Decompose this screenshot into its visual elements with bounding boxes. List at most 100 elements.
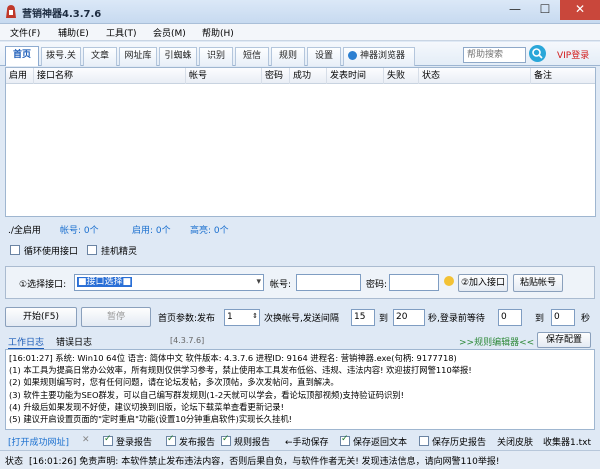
publish-report-checkbox[interactable]	[166, 434, 176, 446]
col-remark[interactable]: 备注	[531, 68, 595, 84]
tab-recognize[interactable]: 识别	[199, 47, 233, 66]
options-bar: [打开成功网址] ✕ 登录报告 发布报告 规则报告 ←手动保存 保存返回文本 保…	[0, 433, 600, 448]
menu-tools[interactable]: 工具(T)	[106, 26, 137, 39]
tab-dial[interactable]: 拨号.关	[41, 47, 81, 66]
col-status[interactable]: 状态	[419, 68, 531, 84]
col-success[interactable]: 成功	[290, 68, 327, 84]
status-text: [16:01:26] 免责声明: 本软件禁止发布违法内容，否则后果自负，与软件作…	[29, 457, 500, 467]
save-config-button[interactable]: 保存配置	[537, 332, 591, 348]
tab-spider[interactable]: 引蜘蛛	[159, 47, 197, 66]
account-field[interactable]	[296, 274, 361, 291]
open-success-url-link[interactable]: [打开成功网址]	[8, 435, 69, 448]
interface-grid[interactable]: 启用 接口名称 帐号 密码 成功 发表时间 失败 状态 备注	[5, 67, 596, 217]
menu-help[interactable]: 帮助(H)	[202, 26, 234, 39]
manual-save-link[interactable]: ←手动保存	[285, 435, 329, 448]
col-interface-name[interactable]: 接口名称	[34, 68, 186, 84]
search-icon[interactable]	[529, 45, 546, 62]
col-enable[interactable]: 启用	[6, 68, 34, 84]
loop-checkbox[interactable]	[10, 245, 20, 255]
grid-header: 启用 接口名称 帐号 密码 成功 发表时间 失败 状态 备注	[6, 68, 595, 84]
tab-article[interactable]: 文章	[83, 47, 117, 66]
log-output[interactable]: [16:01:27] 系统: Win10 64位 语言: 简体中文 软件版本: …	[5, 349, 595, 430]
menu-member[interactable]: 会员(M)	[153, 26, 186, 39]
account-count: 帐号: 0个	[60, 226, 99, 236]
pause-button[interactable]: 暂停	[81, 307, 151, 327]
chevron-down-icon: ▾	[256, 277, 261, 287]
tab-error-log[interactable]: 错误日志	[56, 335, 92, 348]
seconds-label: 秒	[581, 314, 591, 324]
info-icon[interactable]	[444, 276, 454, 286]
publish-count-field[interactable]: 1 ⇕	[224, 309, 260, 326]
login-report-checkbox[interactable]	[103, 434, 113, 446]
start-button[interactable]: 开始(F5)	[5, 307, 77, 327]
loop-options: 循环使用接口 挂机精灵	[10, 243, 210, 257]
wait-to-field[interactable]: 0	[551, 309, 575, 326]
tab-url-lib[interactable]: 网址库	[119, 47, 157, 66]
interval-to: 20	[396, 312, 408, 322]
wait-to: 0	[554, 312, 560, 322]
password-field[interactable]	[389, 274, 439, 291]
globe-icon	[348, 51, 357, 60]
save-history-checkbox[interactable]	[419, 436, 429, 446]
wait-label: 秒,登录前等待	[428, 314, 485, 324]
vip-login-link[interactable]: VIP登录	[557, 48, 589, 61]
interval-from: 15	[354, 312, 366, 322]
to-label-2: 到	[535, 314, 545, 324]
to-label-1: 到	[379, 314, 389, 324]
close-x-icon[interactable]: ✕	[82, 435, 90, 445]
collector-link[interactable]: 收集器1.txt	[543, 435, 591, 448]
select-interface-label: ①选择接口:	[19, 280, 67, 290]
rule-report-checkbox[interactable]	[221, 434, 231, 446]
tab-browser-label: 神器浏览器	[360, 51, 406, 61]
menu-bar: 文件(F) 辅助(E) 工具(T) 会员(M) 帮助(H)	[0, 24, 600, 41]
interface-select-panel: ①选择接口: ■接口选择■ ▾ 帐号: 密码: ②加入接口 粘贴帐号	[5, 266, 595, 299]
tab-browser[interactable]: 神器浏览器	[343, 47, 415, 66]
log-line: (2) 如果规则编写时，您有任何问题，请在论坛发帖，多次顶帖，多次发帖问，直到解…	[9, 377, 339, 388]
maximize-button[interactable]: ☐	[530, 0, 560, 20]
interface-dropdown[interactable]: ■接口选择■ ▾	[74, 274, 264, 291]
account-stats: ./全启用 帐号: 0个 启用: 0个 高亮: 0个	[5, 223, 595, 237]
window-title: 营销神器4.3.7.6	[22, 9, 102, 20]
tab-work-log[interactable]: 工作日志	[8, 335, 45, 350]
version-label: [4.3.7.6]	[170, 336, 205, 345]
interval-from-field[interactable]: 15	[351, 309, 375, 326]
close-skin-link[interactable]: 关闭皮肤	[497, 435, 533, 448]
log-line: (1) 本工具为提高日常办公效率，所有规则仅供学习参考，禁止使用本工具发布低俗、…	[9, 365, 472, 376]
app-icon	[4, 4, 18, 20]
hook-checkbox[interactable]	[87, 245, 97, 255]
tab-rules[interactable]: 规则	[271, 47, 305, 66]
highlight-count: 高亮: 0个	[190, 226, 229, 236]
log-line: [16:01:27] 系统: Win10 64位 语言: 简体中文 软件版本: …	[9, 353, 457, 363]
save-return-checkbox[interactable]	[340, 434, 350, 446]
col-account[interactable]: 帐号	[186, 68, 262, 84]
wait-from: 0	[501, 312, 507, 322]
col-failed[interactable]: 失败	[384, 68, 419, 84]
tab-sms[interactable]: 短信	[235, 47, 269, 66]
home-params-label: 首页参数:发布	[158, 314, 216, 324]
hook-label: 挂机精灵	[101, 247, 138, 257]
col-post-time[interactable]: 发表时间	[327, 68, 384, 84]
status-label: 状态	[5, 457, 24, 467]
add-interface-button[interactable]: ②加入接口	[458, 274, 508, 292]
log-line: (3) 软件主要功能为SEO群发，可以自己编写群发规则(1-2天就可以学会，看论…	[9, 389, 404, 400]
interval-to-field[interactable]: 20	[393, 309, 425, 326]
tab-home[interactable]: 首页	[5, 46, 39, 66]
rule-editor-link[interactable]: >>规则编辑器<<	[459, 335, 534, 348]
title-bar: 营销神器4.3.7.6 — ☐ ✕	[0, 0, 600, 24]
menu-assist[interactable]: 辅助(E)	[58, 26, 89, 39]
wait-from-field[interactable]: 0	[498, 309, 522, 326]
enable-all-link[interactable]: ./全启用	[8, 223, 41, 236]
col-password[interactable]: 密码	[262, 68, 290, 84]
search-input[interactable]	[463, 47, 526, 63]
rule-report-label: 规则报告	[234, 438, 271, 448]
paste-account-button[interactable]: 粘贴帐号	[513, 274, 563, 292]
tab-settings[interactable]: 设置	[307, 47, 341, 66]
status-bar: 状态 [16:01:26] 免责声明: 本软件禁止发布违法内容，否则后果自负，与…	[0, 450, 600, 469]
publish-count: 1	[227, 312, 233, 322]
run-bar: 开始(F5) 暂停 首页参数:发布 1 ⇕ 次换帐号,发送间隔 15 到 20 秒…	[5, 304, 595, 330]
login-report-label: 登录报告	[116, 438, 153, 448]
close-button[interactable]: ✕	[560, 0, 600, 20]
minimize-button[interactable]: —	[500, 0, 530, 20]
menu-file[interactable]: 文件(F)	[10, 26, 40, 39]
log-line: (5) 建议开启设置页面的"定时重启"功能(设置10分钟重启软件)实现长久挂机!	[9, 414, 292, 425]
